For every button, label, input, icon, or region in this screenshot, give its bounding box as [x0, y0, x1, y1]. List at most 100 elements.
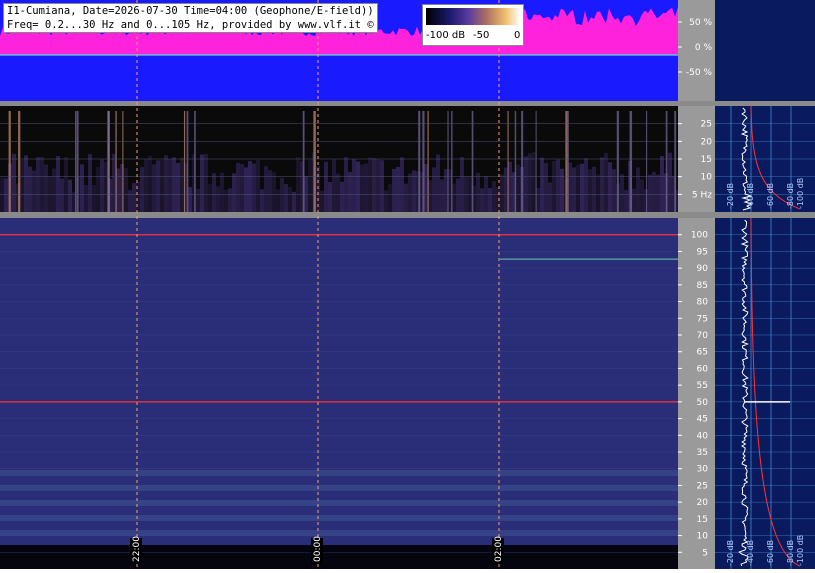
- lf-energy-column: [68, 179, 72, 212]
- lf-side-db-label: -20 dB: [726, 183, 735, 209]
- hf-tick-label: 80: [697, 298, 709, 308]
- lf-side-label-group: -80 dB: [786, 183, 795, 209]
- lf-energy-column: [36, 157, 40, 212]
- lf-energy-column: [576, 164, 580, 212]
- lf-energy-column: [292, 191, 296, 212]
- lf-energy-column: [668, 152, 672, 212]
- lf-energy-column: [592, 166, 596, 212]
- header-line-2: Freq= 0.2...30 Hz and 0...105 Hz, provid…: [7, 19, 374, 31]
- lf-energy-column: [12, 153, 16, 212]
- lf-energy-column: [400, 157, 404, 212]
- lf-side-db-label: -60 dB: [766, 183, 775, 209]
- lf-energy-column: [40, 157, 44, 212]
- header-info: I1-Cumiana, Date=2026-07-30 Time=04:00 (…: [3, 3, 378, 33]
- lf-energy-column: [344, 157, 348, 212]
- colorbar-legend: -100 dB -50 0: [422, 4, 524, 46]
- lf-energy-column: [260, 189, 264, 212]
- lf-side-label-group: -60 dB: [766, 183, 775, 209]
- lf-energy-column: [324, 161, 328, 212]
- lf-energy-column: [172, 157, 176, 212]
- lf-energy-column: [176, 162, 180, 212]
- lf-energy-column: [112, 153, 116, 212]
- lf-energy-column: [88, 154, 92, 212]
- lf-energy-column: [224, 189, 228, 212]
- lf-energy-column: [92, 184, 96, 212]
- hf-side-db-label: -40 dB: [746, 540, 755, 566]
- lf-energy-column: [336, 173, 340, 212]
- time-marker-label: 22:00: [132, 536, 142, 562]
- colorbar-label-min: -100 dB: [426, 30, 466, 41]
- lf-energy-column: [212, 173, 216, 212]
- lf-energy-column: [288, 186, 292, 212]
- hf-harmonic-band: [0, 515, 678, 521]
- hf-tick-label: 95: [697, 247, 708, 257]
- lf-energy-column: [600, 157, 604, 212]
- lf-energy-column: [168, 159, 172, 212]
- lf-tick-label: 15: [701, 155, 712, 165]
- hf-tick-label: 85: [697, 281, 708, 291]
- lf-energy-column: [544, 163, 548, 212]
- lf-energy-column: [280, 177, 284, 212]
- hf-tick-label: 35: [697, 448, 708, 458]
- lf-side-db-label: -100 dB: [796, 178, 805, 209]
- lf-energy-column: [632, 188, 636, 212]
- lf-energy-column: [104, 161, 108, 212]
- lf-energy-column: [380, 160, 384, 212]
- lf-energy-column: [440, 179, 444, 212]
- lf-energy-column: [140, 167, 144, 212]
- lf-energy-column: [432, 167, 436, 212]
- lf-energy-column: [180, 157, 184, 212]
- lf-energy-column: [28, 166, 32, 212]
- time-marker-label-group: 22:00: [130, 536, 142, 564]
- lf-energy-column: [404, 183, 408, 212]
- hf-tick-label: 60: [697, 364, 709, 374]
- lf-energy-column: [188, 186, 192, 212]
- lf-energy-column: [308, 160, 312, 212]
- hf-side-db-label: -60 dB: [766, 540, 775, 566]
- hf-side-label-group: -40 dB: [746, 540, 755, 566]
- lf-energy-column: [196, 188, 200, 212]
- hf-tick-label: 65: [697, 348, 708, 358]
- lf-energy-column: [236, 162, 240, 212]
- lf-energy-column: [52, 168, 56, 212]
- hf-tick-label: 5: [702, 548, 708, 558]
- lf-tick-label: 5 Hz: [692, 190, 712, 200]
- panel-separator: [715, 212, 815, 218]
- lf-energy-column: [148, 155, 152, 212]
- hf-tick-label: 15: [697, 515, 708, 525]
- panel-separator: [715, 101, 815, 106]
- lf-energy-column: [584, 158, 588, 212]
- lf-side-label-group: -20 dB: [726, 183, 735, 209]
- lf-energy-column: [276, 189, 280, 212]
- lf-energy-column: [56, 156, 60, 212]
- hf-tick-label: 45: [697, 415, 708, 425]
- time-marker-label-group: 00:00: [311, 536, 323, 564]
- lf-energy-column: [652, 171, 656, 212]
- lf-energy-column: [64, 156, 68, 212]
- lf-energy-column: [660, 156, 664, 212]
- lf-side-label-group: -100 dB: [796, 178, 805, 209]
- lf-energy-column: [320, 190, 324, 212]
- lf-energy-column: [372, 158, 376, 212]
- lf-energy-column: [244, 167, 248, 212]
- lf-energy-column: [348, 172, 352, 212]
- time-marker-label: 02:00: [494, 536, 504, 562]
- lf-tick-label: 25: [701, 120, 712, 130]
- lf-energy-column: [384, 190, 388, 212]
- hf-bottom-band: [0, 545, 678, 569]
- hf-tick-label: 70: [697, 331, 709, 341]
- lf-energy-column: [476, 172, 480, 212]
- lf-energy-column: [528, 153, 532, 212]
- hf-side-label-group: -20 dB: [726, 540, 735, 566]
- hf-side-db-label: -80 dB: [786, 540, 795, 566]
- amplitude-tick-label: 0 %: [695, 43, 713, 53]
- lf-energy-column: [396, 166, 400, 212]
- lf-energy-column: [560, 168, 564, 212]
- lf-energy-column: [332, 159, 336, 212]
- colorbar-label-max: 0: [514, 30, 521, 41]
- amplitude-tick-label: -50 %: [686, 68, 713, 78]
- lf-energy-column: [460, 157, 464, 212]
- lf-energy-column: [488, 188, 492, 212]
- lf-energy-column: [480, 188, 484, 212]
- time-marker-label-group: 02:00: [492, 536, 504, 564]
